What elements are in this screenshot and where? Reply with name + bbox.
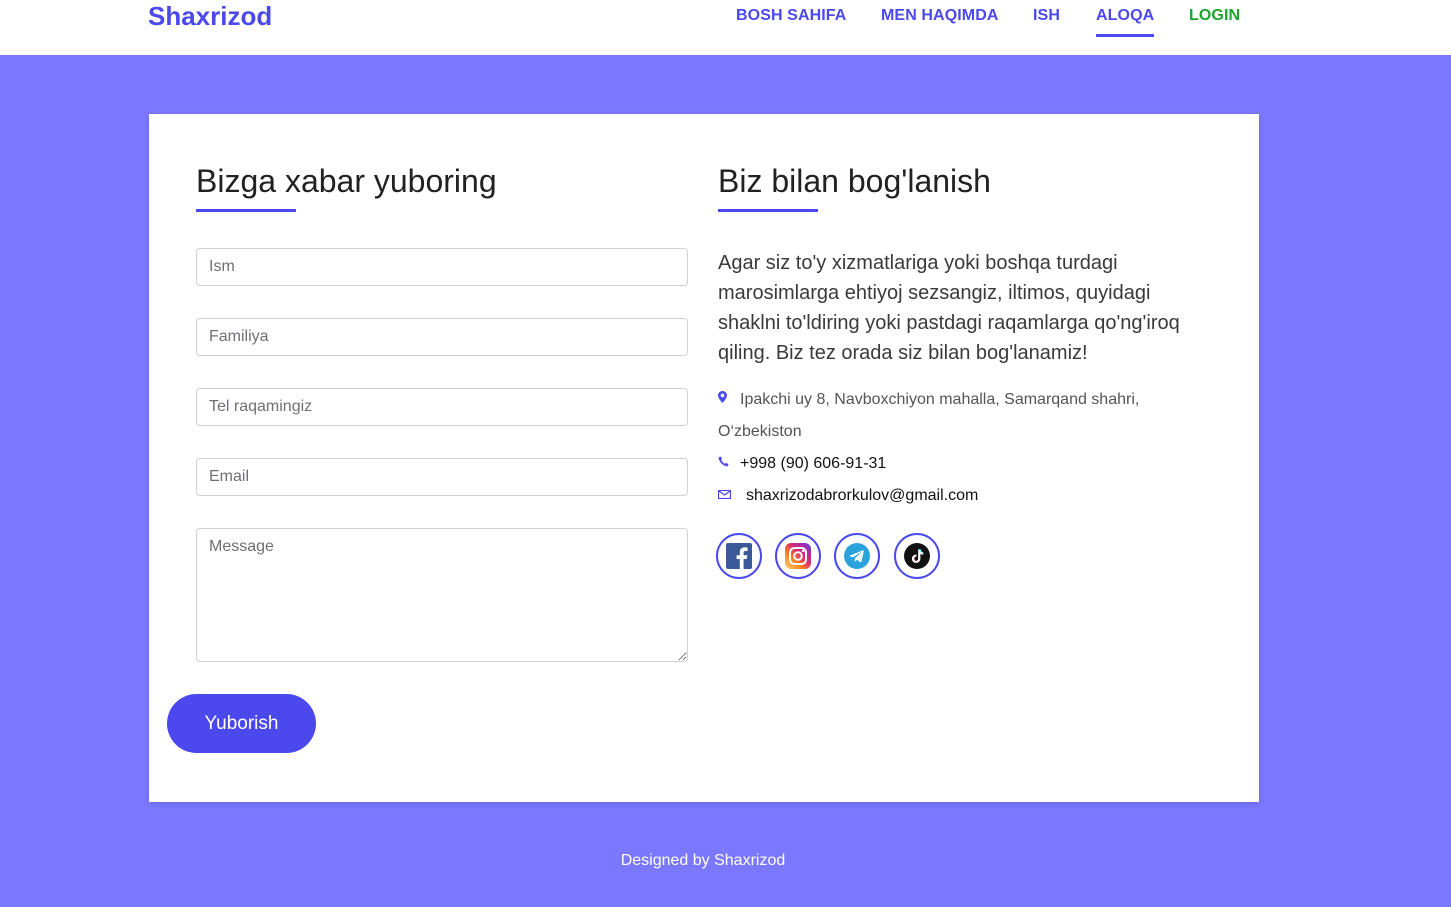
phone-link[interactable]: +998 (90) 606-91-31 (740, 455, 886, 472)
footer-credit: Designed by Shaxrizod (620, 852, 786, 869)
nav-item-work[interactable]: ISH (1033, 8, 1060, 24)
surname-input[interactable] (196, 318, 688, 356)
email-link[interactable]: shaxrizodabrorkulov@gmail.com (746, 487, 978, 504)
tiktok-icon[interactable] (894, 533, 940, 579)
submit-button[interactable]: Yuborish (167, 694, 316, 753)
form-heading-underline (196, 209, 296, 212)
address-text: Ipakchi uy 8, Navboxchiyon mahalla, Sama… (718, 391, 1140, 440)
map-marker-icon (718, 383, 740, 415)
address-row: Ipakchi uy 8, Navboxchiyon mahalla, Sama… (718, 383, 1158, 448)
phone-icon (718, 447, 740, 479)
nav-item-home[interactable]: BOSH SAHIFA (736, 8, 846, 24)
contact-heading: Biz bilan bog'lanish (718, 163, 991, 199)
contact-description: Agar siz to'y xizmatlariga yoki boshqa t… (718, 252, 1180, 364)
envelope-icon (717, 479, 746, 511)
navbar: Shaxrizod BOSH SAHIFA MEN HAQIMDA ISH AL… (0, 0, 1451, 55)
name-input[interactable] (196, 248, 688, 286)
telegram-icon[interactable] (834, 533, 880, 579)
message-textarea[interactable] (196, 528, 688, 662)
contact-heading-underline (718, 209, 818, 212)
form-heading: Bizga xabar yuboring (196, 163, 497, 199)
facebook-icon[interactable] (716, 533, 762, 579)
email-input[interactable] (196, 458, 688, 496)
contact-card: Bizga xabar yuboring Yuborish Biz bilan … (149, 114, 1259, 802)
email-row: shaxrizodabrorkulov@gmail.com (717, 479, 978, 512)
instagram-icon[interactable] (775, 533, 821, 579)
brand-logo[interactable]: Shaxrizod (148, 2, 272, 30)
phone-input[interactable] (196, 388, 688, 426)
nav-item-about[interactable]: MEN HAQIMDA (881, 8, 999, 24)
phone-row: +998 (90) 606-91-31 (718, 447, 886, 480)
nav-item-login[interactable]: LOGIN (1189, 8, 1240, 24)
nav-item-contact[interactable]: ALOQA (1096, 8, 1155, 37)
